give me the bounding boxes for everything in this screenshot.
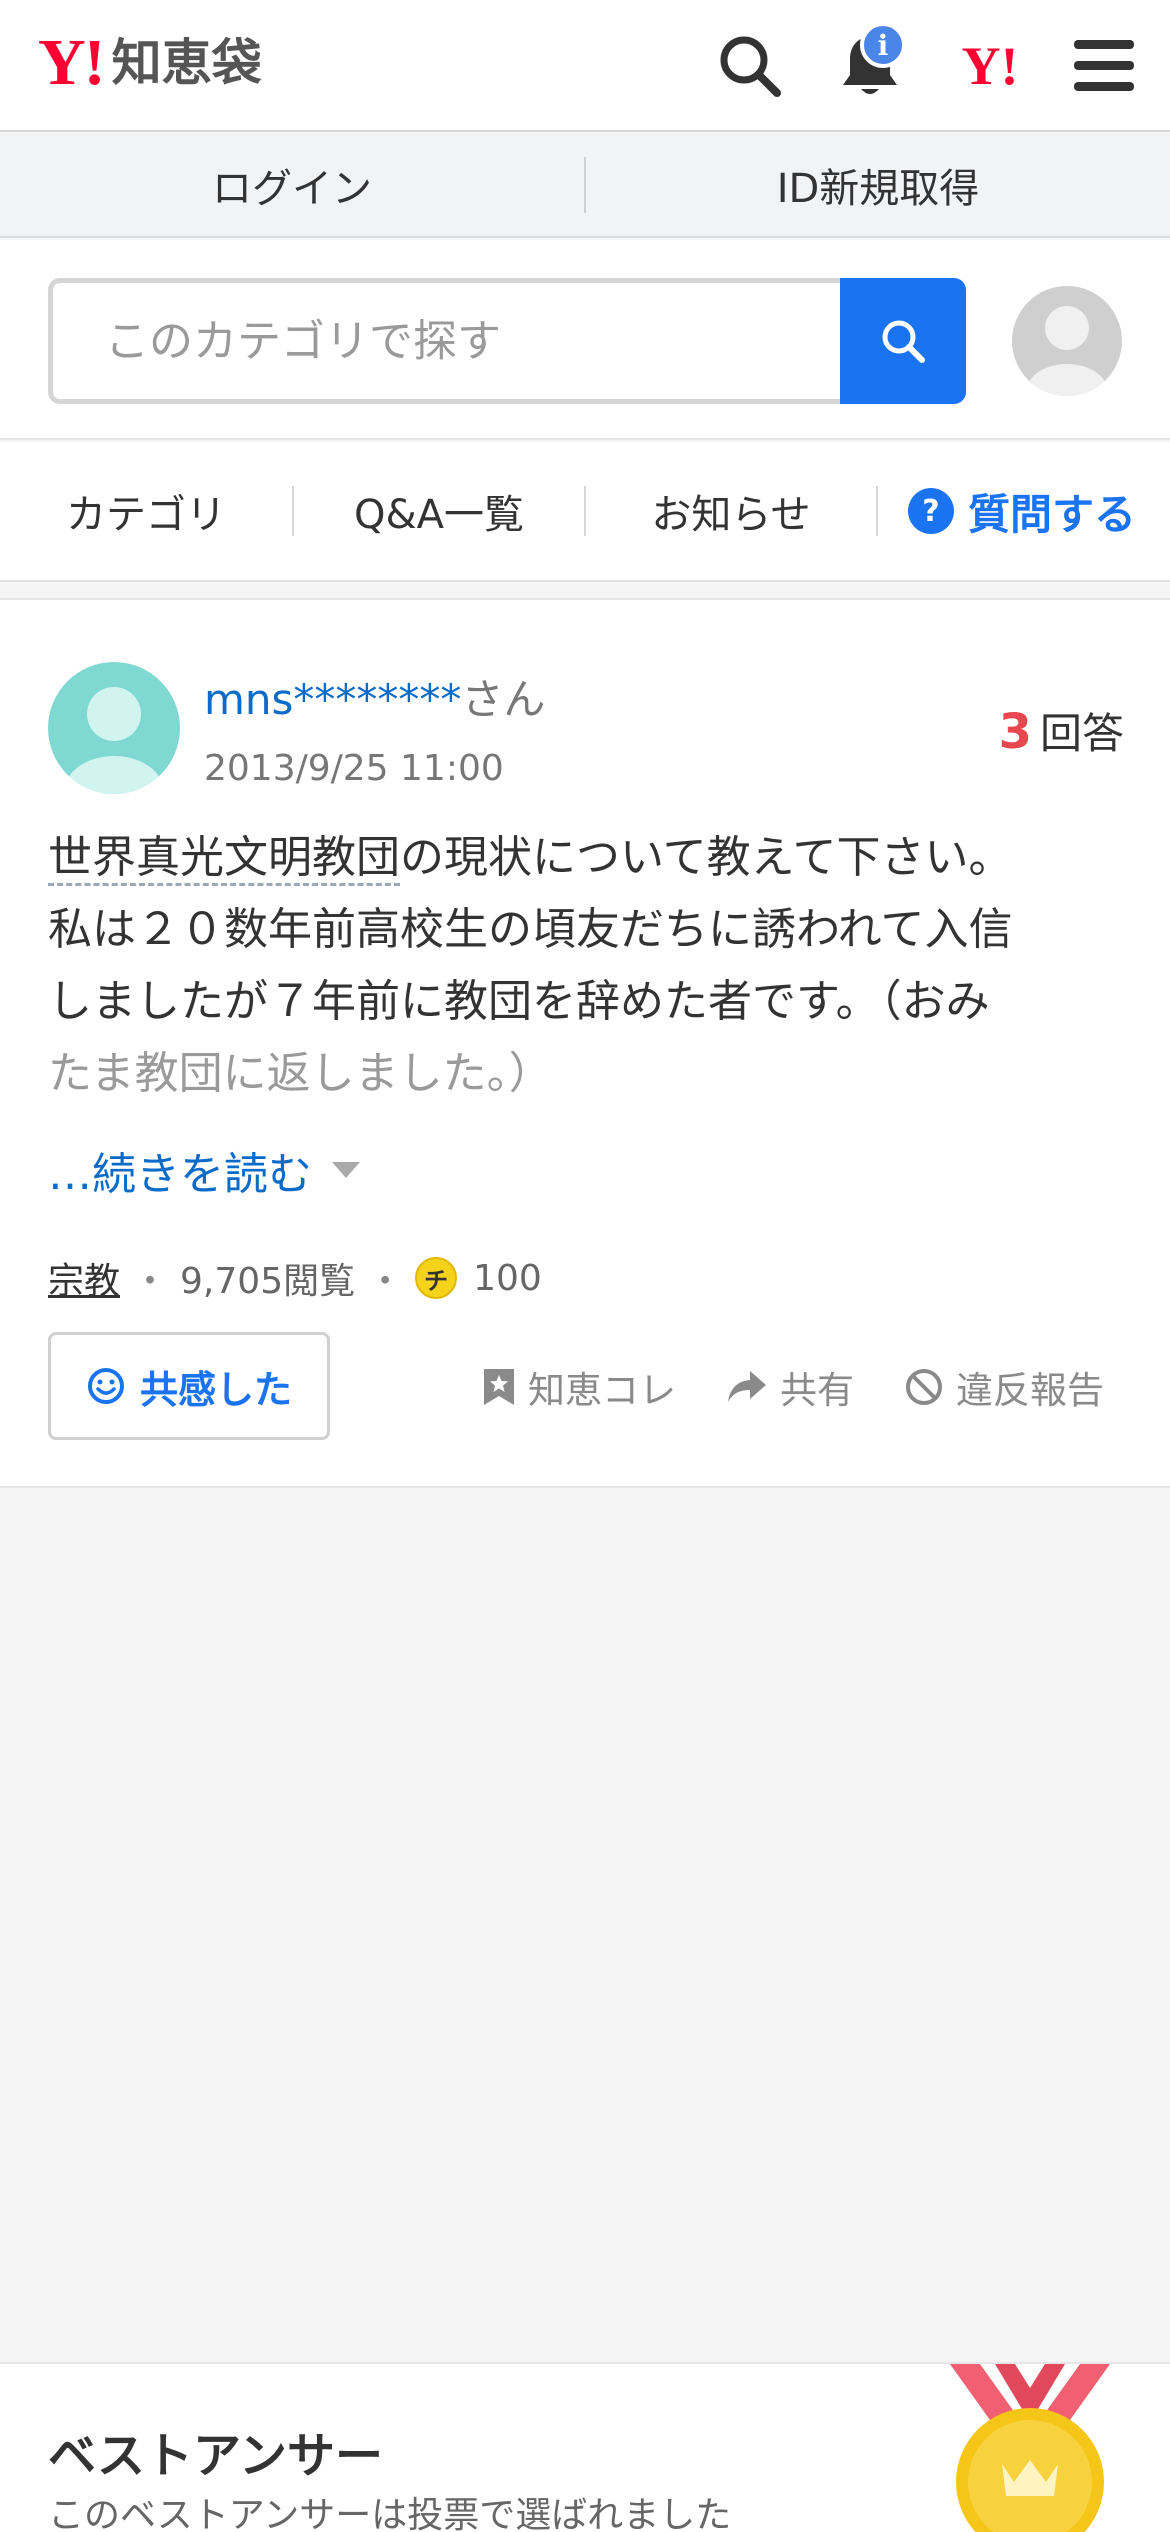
coin-amount: 100 (473, 1257, 542, 1299)
gold-medal-crown-icon (950, 2364, 1110, 2532)
nav-qa-list[interactable]: Q&A一覧 (294, 482, 584, 540)
separator-dot: ・ (132, 1261, 169, 1302)
question-text-line: 私は２０数年前高校生の頃友だちに誘われて入信 (48, 904, 1013, 955)
user-avatar[interactable] (1012, 286, 1122, 396)
collect-label: 知恵コレ (528, 1369, 676, 1412)
notification-bell-button[interactable]: i (830, 22, 910, 108)
answer-count-number: 3 (998, 704, 1032, 760)
category-nav: カテゴリ Q&A一覧 お知らせ ? 質問する (0, 442, 1170, 582)
best-answer-section: ベストアンサー このベストアンサーは投票で選ばれました (0, 2362, 1170, 2532)
question-actions: 知恵コレ 共有 違反報告 (432, 1360, 1104, 1414)
category-search (0, 240, 1170, 440)
search-submit-button[interactable] (840, 278, 966, 404)
search-icon (882, 320, 925, 363)
best-answer-title: ベストアンサー (48, 2428, 384, 2484)
login-link[interactable]: ログイン (0, 156, 584, 214)
search-box (48, 278, 848, 404)
question-body: 世界真光文明教団の現状について教えて下さい。 私は２０数年前高校生の頃友だちに誘… (48, 822, 1128, 1110)
divider (876, 486, 878, 536)
separator-dot: ・ (367, 1261, 404, 1302)
question-card: mns********さん 2013/9/25 11:00 3 回答 世界真光文… (0, 598, 1170, 1488)
question-meta: 宗教 ・ 9,705閲覧 ・ チ 100 (48, 1252, 542, 1304)
collect-button[interactable]: 知恵コレ (482, 1360, 676, 1414)
answer-count-label: 回答 (1039, 709, 1124, 758)
view-count: 9,705閲覧 (180, 1261, 356, 1302)
answer-count[interactable]: 3 回答 (999, 700, 1124, 761)
category-search-input[interactable] (105, 315, 848, 367)
yahoo-japan-mark: Y! (961, 36, 1019, 96)
nav-category[interactable]: カテゴリ (0, 482, 292, 540)
logo-text: 知恵袋 (111, 34, 262, 92)
report-button[interactable]: 違反報告 (904, 1360, 1104, 1414)
user-honorific: さん (461, 675, 546, 724)
question-text-line: しましたが７年前に教団を辞めた者です。（おみ (48, 976, 990, 1027)
ask-question-label: 質問する (968, 489, 1137, 539)
app-header: Y! 知恵袋 i Y! (0, 0, 1170, 132)
keyword-link[interactable]: 世界真光文明教団 (48, 832, 400, 886)
ask-question-button[interactable]: ? 質問する (908, 481, 1136, 542)
question-text-line: の現状について教えて下さい。 (400, 832, 1013, 883)
smile-icon (87, 1368, 124, 1404)
menu-icon[interactable] (1064, 24, 1144, 108)
nav-notices[interactable]: お知らせ (586, 482, 876, 540)
prohibited-icon (906, 1369, 942, 1405)
share-arrow-icon (728, 1371, 766, 1402)
empathy-button[interactable]: 共感した (48, 1332, 330, 1440)
question-mark-icon: ? (908, 488, 954, 534)
question-text-line: たま教団に返しました。） (48, 1048, 553, 1099)
auth-bar: ログイン ID新規取得 (0, 134, 1170, 238)
coin-icon: チ (415, 1257, 458, 1299)
bookmark-star-icon (484, 1369, 514, 1405)
read-more-button[interactable]: …続きを読む (48, 1138, 360, 1202)
yahoo-chiebukuro-logo[interactable]: Y! 知恵袋 (38, 28, 262, 98)
search-icon[interactable] (710, 24, 790, 108)
read-more-label: …続きを読む (48, 1149, 312, 1200)
register-link[interactable]: ID新規取得 (586, 156, 1170, 214)
logo-mark: Y! (38, 26, 106, 99)
questioner-avatar (48, 662, 180, 794)
category-link[interactable]: 宗教 (48, 1252, 120, 1304)
report-label: 違反報告 (956, 1369, 1104, 1412)
empathy-label: 共感した (139, 1367, 292, 1412)
chevron-down-icon (332, 1162, 360, 1178)
user-name-link[interactable]: mns******** (204, 675, 461, 724)
questioner-name: mns********さん (204, 666, 545, 727)
share-button[interactable]: 共有 (726, 1360, 854, 1414)
share-label: 共有 (780, 1369, 854, 1412)
question-date: 2013/9/25 11:00 (204, 748, 504, 789)
best-answer-subtitle: このベストアンサーは投票で選ばれました (48, 2495, 732, 2532)
notification-badge: i (860, 22, 906, 68)
yahoo-home-link[interactable]: Y! (950, 24, 1030, 108)
